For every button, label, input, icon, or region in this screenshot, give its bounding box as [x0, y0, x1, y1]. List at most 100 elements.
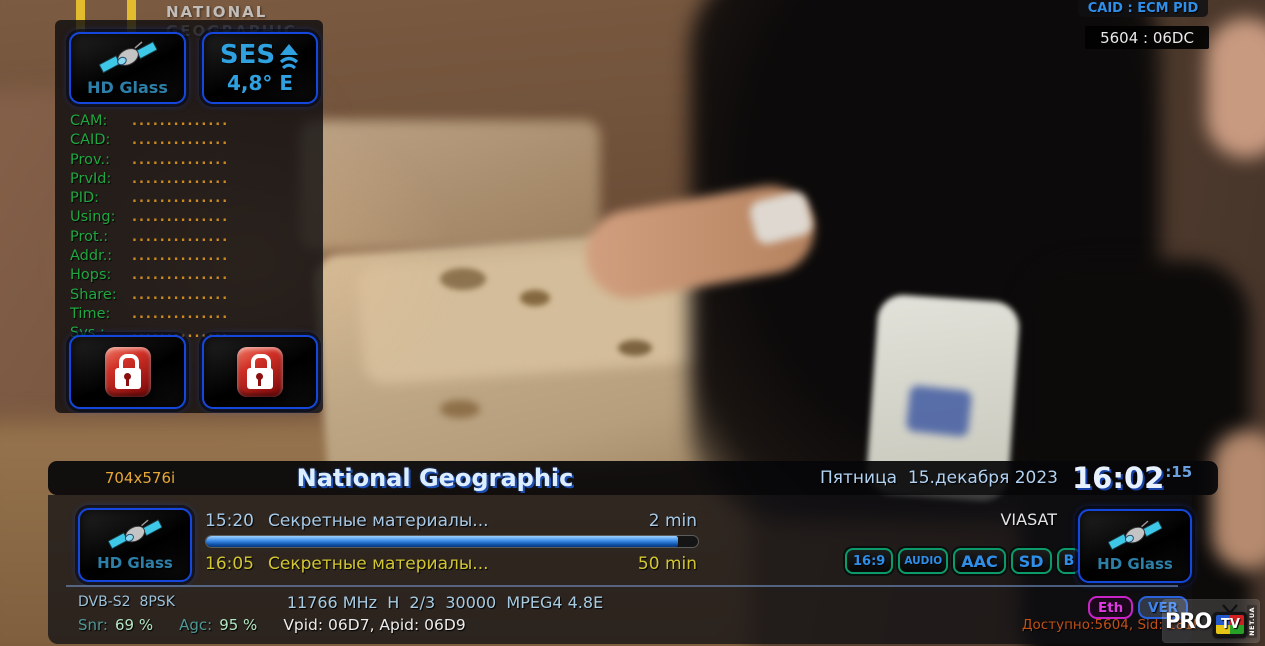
resolution-label: 704x576i	[60, 461, 220, 495]
date-label: Пятница 15.декабря 2023	[800, 461, 1058, 495]
transponder-info: 11766 MHz H 2/3 30000 MPEG4 4.8E	[230, 592, 660, 612]
cam-row-value: ..............	[132, 172, 229, 187]
video-skin-top-right	[1206, 18, 1265, 158]
cam-row-value: ..............	[132, 133, 229, 148]
epg-remaining-time: 2 min	[649, 511, 697, 531]
cam-row: Hops:..............	[70, 266, 229, 285]
signal-readings-row: Snr: 69 % Agc: 95 % Vpid: 06D7, Apid: 06…	[78, 615, 466, 635]
sd-badge: SD	[1011, 548, 1052, 574]
cam-row-label: Time:	[70, 305, 132, 323]
lock-indicator-box-2	[202, 335, 318, 409]
video-skin-right	[1212, 430, 1265, 570]
epg-current-event: 15:20 Секретные материалы... 2 min	[205, 510, 697, 532]
epg-event-title: Секретные материалы...	[268, 554, 638, 574]
agc-value: 95 %	[219, 616, 257, 634]
epg-event-title: Секретные материалы...	[268, 511, 649, 531]
lock-body	[115, 368, 141, 389]
aspect-ratio-badge: 16:9	[845, 548, 893, 574]
hd-glass-label: HD Glass	[87, 78, 168, 97]
dvb-system-label: DVB-S2 8PSK	[78, 592, 175, 612]
cam-row-label: PID:	[70, 189, 132, 207]
lock-icon	[237, 347, 283, 397]
hd-glass-label: HD Glass	[97, 554, 173, 572]
cam-row: PrvId:..............	[70, 170, 229, 189]
satellite-icon	[108, 518, 162, 556]
channel-name: National Geographic	[260, 461, 610, 495]
agc-reading: Agc: 95 %	[179, 616, 257, 634]
clock-seconds: :15	[1165, 463, 1192, 481]
cam-row-value: ..............	[132, 210, 229, 225]
pid-info: Vpid: 06D7, Apid: 06D9	[283, 616, 465, 634]
protv-netua-label: NET.UA	[1247, 605, 1257, 638]
cam-row-value: ..............	[132, 153, 229, 168]
cam-row-label: Share:	[70, 286, 132, 304]
epg-progress-bar	[205, 535, 699, 548]
epg-progress-fill	[206, 536, 678, 547]
stream-flags: 16:9 AUDIO AAC SD B	[845, 547, 1065, 575]
cam-row-label: Hops:	[70, 266, 132, 284]
cam-row-label: Addr.:	[70, 247, 132, 265]
cam-row-label: PrvId:	[70, 170, 132, 188]
ses-arrow-icon	[278, 43, 300, 73]
protv-channel-logo: PRO TV NET.UA	[1163, 600, 1259, 642]
audio-badge: AUDIO	[898, 548, 948, 574]
cam-row-label: Using:	[70, 208, 132, 226]
cam-row-label: Prot.:	[70, 228, 132, 246]
cam-row: PID:..............	[70, 189, 229, 208]
satellite-icon	[1108, 519, 1162, 557]
tv-osd-screen: NATIONAL GEOGRAPHIC HD Glass SES	[0, 0, 1265, 646]
cam-row-label: CAID:	[70, 131, 132, 149]
cam-row-value: ..............	[132, 288, 229, 303]
cam-row: CAM:..............	[70, 112, 229, 131]
epg-start-time: 16:05	[205, 554, 254, 574]
clock: 16:02 :15	[1072, 461, 1192, 495]
cam-info-panel: HD Glass SES 4,8° E CAM:.............. C…	[55, 20, 323, 413]
video-bag-print	[906, 385, 972, 437]
protv-wordmark: PRO	[1165, 609, 1211, 633]
video-pebble	[618, 340, 652, 356]
infobar-separator	[66, 585, 1178, 587]
cam-row-value: ..............	[132, 307, 229, 322]
cam-row: Prot.:..............	[70, 228, 229, 247]
video-pebble	[520, 290, 550, 306]
satellite-icon	[99, 40, 157, 80]
cam-row-value: ..............	[132, 249, 229, 264]
cam-row: CAID:..............	[70, 131, 229, 150]
cam-row-value: ..............	[132, 230, 229, 245]
hd-glass-label: HD Glass	[1097, 555, 1173, 573]
ses-satellite-logo-box: SES 4,8° E	[202, 32, 318, 104]
clock-time: 16:02	[1072, 461, 1164, 495]
ses-label: SES	[220, 43, 275, 67]
eth-badge: Eth	[1088, 596, 1133, 619]
hd-glass-logo-box-right: HD Glass	[1078, 509, 1192, 583]
cam-row: Addr.:..............	[70, 247, 229, 266]
snr-value: 69 %	[115, 616, 153, 634]
lock-keyhole	[124, 373, 131, 380]
hd-glass-logo-box: HD Glass	[69, 32, 186, 104]
epg-duration: 50 min	[638, 554, 697, 574]
snr-label: Snr:	[78, 616, 108, 634]
cam-row-label: CAM:	[70, 112, 132, 130]
snr-reading: Snr: 69 %	[78, 616, 153, 634]
lock-body	[247, 368, 273, 389]
ses-position-label: 4,8° E	[227, 73, 293, 93]
lock-icon	[105, 347, 151, 397]
tv-set-icon: TV	[1213, 604, 1245, 638]
epg-start-time: 15:20	[205, 511, 254, 531]
lock-indicator-box-1	[69, 335, 186, 409]
aac-codec-badge: AAC	[953, 548, 1006, 574]
cam-row: Share:..............	[70, 286, 229, 305]
cam-row-value: ..............	[132, 114, 229, 129]
epg-next-event: 16:05 Секретные материалы... 50 min	[205, 553, 697, 575]
ecm-pid-header: CAID : ECM PID	[1078, 0, 1208, 17]
cam-status-list: CAM:.............. CAID:.............. P…	[70, 112, 229, 344]
cam-row: Using:..............	[70, 208, 229, 227]
cam-row: Time:..............	[70, 305, 229, 324]
lock-keyhole	[256, 373, 263, 380]
ecm-pid-value: 5604 : 06DC	[1085, 26, 1209, 49]
cam-row: Prov.:..............	[70, 151, 229, 170]
agc-label: Agc:	[179, 616, 212, 634]
cam-row-value: ..............	[132, 191, 229, 206]
cam-row-value: ..............	[132, 268, 229, 283]
tv-letters: TV	[1216, 615, 1244, 634]
